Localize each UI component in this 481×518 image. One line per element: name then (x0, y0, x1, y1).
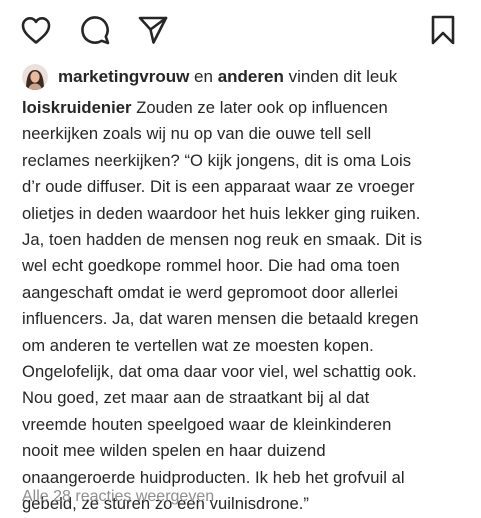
caption-username[interactable]: loiskruidenier (22, 98, 132, 117)
caption-line: aangeschaft omdat ie werd gepromoot door… (22, 282, 399, 302)
caption-line: nooit mee wilden spelen en haar duizend (22, 441, 326, 461)
caption-line: om anderen te vertellen wat ze moesten k… (22, 335, 374, 355)
liker-username[interactable]: marketingvrouw (58, 67, 189, 87)
caption-line: Ja, toen hadden de mensen nog reuk en sm… (22, 230, 423, 250)
caption-line: vreemde houten speelgoed waar de kleinki… (22, 414, 392, 434)
post-caption: loiskruidenier Zouden ze later ook op in… (22, 95, 468, 518)
caption-line: reclames neerkijken? “O kijk jongens, di… (22, 150, 412, 170)
caption-line: wel echt goedkope rommel hoor. Die had o… (22, 256, 400, 276)
comment-bubble-icon[interactable] (79, 14, 111, 46)
heart-icon[interactable] (20, 14, 52, 46)
likes-connector: en (194, 67, 213, 86)
caption-text: Zouden ze later ook op influencen (136, 98, 388, 117)
caption-line: d’r oude diffuser. Dit is een apparaat w… (22, 177, 415, 197)
caption-line: influencers. Ja, dat waren mensen die be… (22, 309, 419, 329)
bookmark-icon[interactable] (427, 14, 459, 46)
caption-line: olietjes in deden waardoor het huis lekk… (22, 203, 421, 223)
likes-others-link[interactable]: anderen (218, 67, 284, 87)
post-action-bar (0, 0, 481, 60)
paper-plane-icon[interactable] (137, 14, 169, 46)
likes-suffix: vinden dit leuk (288, 67, 398, 86)
avatar[interactable] (22, 64, 48, 90)
caption-line: loiskruidenier Zouden ze later ook op in… (22, 95, 468, 121)
caption-line: neerkijken zoals wij nu op van die ouwe … (22, 124, 372, 144)
view-all-comments-link[interactable]: Alle 28 reacties weergeven (22, 488, 214, 506)
caption-line: Nou goed, zet maar aan de straatkant bij… (22, 388, 370, 408)
likes-summary: marketingvrouw en anderen vinden dit leu… (22, 62, 397, 92)
caption-line: Ongelofelijk, dat oma daar voor viel, we… (22, 362, 417, 382)
